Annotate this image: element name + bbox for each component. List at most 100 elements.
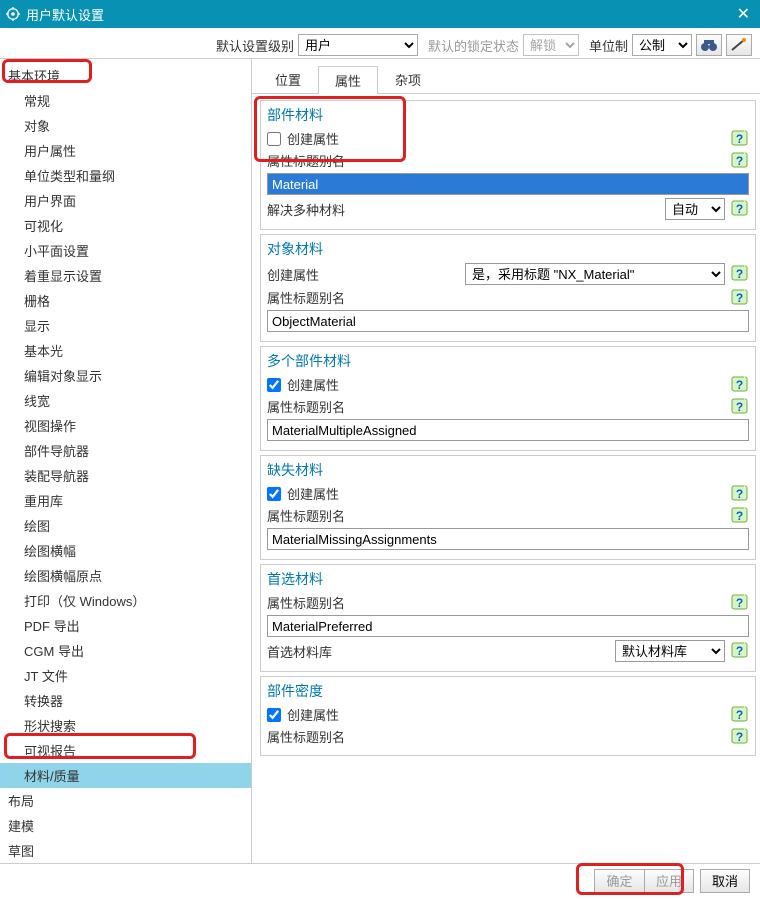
level-label: 默认设置级别 [216,36,294,55]
lib-label: 首选材料库 [267,642,332,661]
tab-位置[interactable]: 位置 [258,65,318,93]
create-attr-label: 创建属性 [267,265,319,284]
help-icon[interactable] [731,728,749,746]
toolbar: 默认设置级别 用户 默认的锁定状态 解锁 单位制 公制 [0,28,760,58]
create-attr-label: 创建属性 [287,484,339,503]
lock-select: 解锁 [523,34,579,56]
section-title: 部件材料 [267,105,749,125]
tree-root[interactable]: 草图 [0,838,251,863]
tree-item[interactable]: 小平面设置 [0,238,251,263]
unit-label: 单位制 [589,36,628,55]
section-density: 部件密度 创建属性 属性标题别名 [260,676,756,756]
alias-input[interactable] [267,419,749,441]
create-attr-checkbox[interactable] [267,708,281,722]
create-attr-checkbox[interactable] [267,378,281,392]
alias-label: 属性标题别名 [267,593,345,612]
create-attr-checkbox[interactable] [267,132,281,146]
tree-item[interactable]: 用户属性 [0,138,251,163]
tree-item[interactable]: 材料/质量 [0,763,251,788]
help-icon[interactable] [731,265,749,283]
lib-select[interactable]: 默认材料库 [615,640,725,662]
resolve-select[interactable]: 自动 [665,198,725,220]
tree-item[interactable]: 栅格 [0,288,251,313]
tree-item[interactable]: 部件导航器 [0,438,251,463]
create-attr-label: 创建属性 [287,375,339,394]
tree-item[interactable]: 着重显示设置 [0,263,251,288]
tree-item[interactable]: 重用库 [0,488,251,513]
tree-item[interactable]: 基本光 [0,338,251,363]
help-icon[interactable] [731,594,749,612]
window-title: 用户默认设置 [26,5,733,24]
apply-button[interactable]: 应用 [644,869,694,893]
section-missing: 缺失材料 创建属性 属性标题别名 [260,455,756,560]
close-icon[interactable]: ✕ [733,4,754,24]
help-icon[interactable] [731,507,749,525]
tab-属性[interactable]: 属性 [318,66,378,94]
tree-item[interactable]: 装配导航器 [0,463,251,488]
cancel-button[interactable]: 取消 [700,869,750,893]
tree-item[interactable]: 单位类型和量纲 [0,163,251,188]
alias-label: 属性标题别名 [267,288,345,307]
lock-label: 默认的锁定状态 [428,36,519,55]
tree-panel: 基本环境常规对象用户属性单位类型和量纲用户界面可视化小平面设置着重显示设置栅格显… [0,59,252,863]
tree-item[interactable]: PDF 导出 [0,613,251,638]
tree-item[interactable]: 打印（仅 Windows） [0,588,251,613]
alias-input[interactable] [267,173,749,195]
create-attr-checkbox[interactable] [267,487,281,501]
tree-item[interactable]: 线宽 [0,388,251,413]
alias-input[interactable] [267,310,749,332]
wand-icon[interactable] [726,34,752,56]
section-title: 首选材料 [267,569,749,589]
tree-item[interactable]: 常规 [0,88,251,113]
help-icon[interactable] [731,642,749,660]
tree-item[interactable]: 形状搜索 [0,713,251,738]
tree-item[interactable]: 绘图 [0,513,251,538]
section-preferred: 首选材料 属性标题别名 首选材料库 默认材料库 [260,564,756,672]
tree-item[interactable]: 可视报告 [0,738,251,763]
create-attr-label: 创建属性 [287,129,339,148]
alias-label: 属性标题别名 [267,151,345,170]
alias-input[interactable] [267,528,749,550]
alias-label: 属性标题别名 [267,397,345,416]
gear-icon [6,7,20,21]
tree: 基本环境常规对象用户属性单位类型和量纲用户界面可视化小平面设置着重显示设置栅格显… [0,59,251,863]
section-multi-part: 多个部件材料 创建属性 属性标题别名 [260,346,756,451]
help-icon[interactable] [731,398,749,416]
footer: 确定应用 取消 [0,863,760,897]
help-icon[interactable] [731,200,749,218]
section-title: 多个部件材料 [267,351,749,371]
ok-button[interactable]: 确定 [594,869,644,893]
section-title: 缺失材料 [267,460,749,480]
help-icon[interactable] [731,289,749,307]
tree-item[interactable]: 视图操作 [0,413,251,438]
tree-item[interactable]: 绘图横幅原点 [0,563,251,588]
create-attr-select[interactable]: 是，采用标题 "NX_Material" [465,263,725,285]
tree-item[interactable]: 显示 [0,313,251,338]
alias-input[interactable] [267,615,749,637]
tree-item[interactable]: JT 文件 [0,663,251,688]
tree-root[interactable]: 建模 [0,813,251,838]
tree-root[interactable]: 基本环境 [0,63,251,88]
tree-item[interactable]: CGM 导出 [0,638,251,663]
help-icon[interactable] [731,152,749,170]
level-select[interactable]: 用户 [298,34,418,56]
unit-select[interactable]: 公制 [632,34,692,56]
section-title: 对象材料 [267,239,749,259]
tree-item[interactable]: 可视化 [0,213,251,238]
section-object-material: 对象材料 创建属性 是，采用标题 "NX_Material" 属性标题别名 [260,234,756,342]
help-icon[interactable] [731,130,749,148]
alias-label: 属性标题别名 [267,727,345,746]
tree-item[interactable]: 用户界面 [0,188,251,213]
help-icon[interactable] [731,485,749,503]
help-icon[interactable] [731,706,749,724]
section-title: 部件密度 [267,681,749,701]
tree-root[interactable]: 布局 [0,788,251,813]
binoculars-icon[interactable] [696,34,722,56]
section-part-material: 部件材料 创建属性 属性标题别名 解决多种材料 [260,100,756,230]
tree-item[interactable]: 转换器 [0,688,251,713]
tree-item[interactable]: 对象 [0,113,251,138]
help-icon[interactable] [731,376,749,394]
tab-杂项[interactable]: 杂项 [378,65,438,93]
tree-item[interactable]: 绘图横幅 [0,538,251,563]
tree-item[interactable]: 编辑对象显示 [0,363,251,388]
